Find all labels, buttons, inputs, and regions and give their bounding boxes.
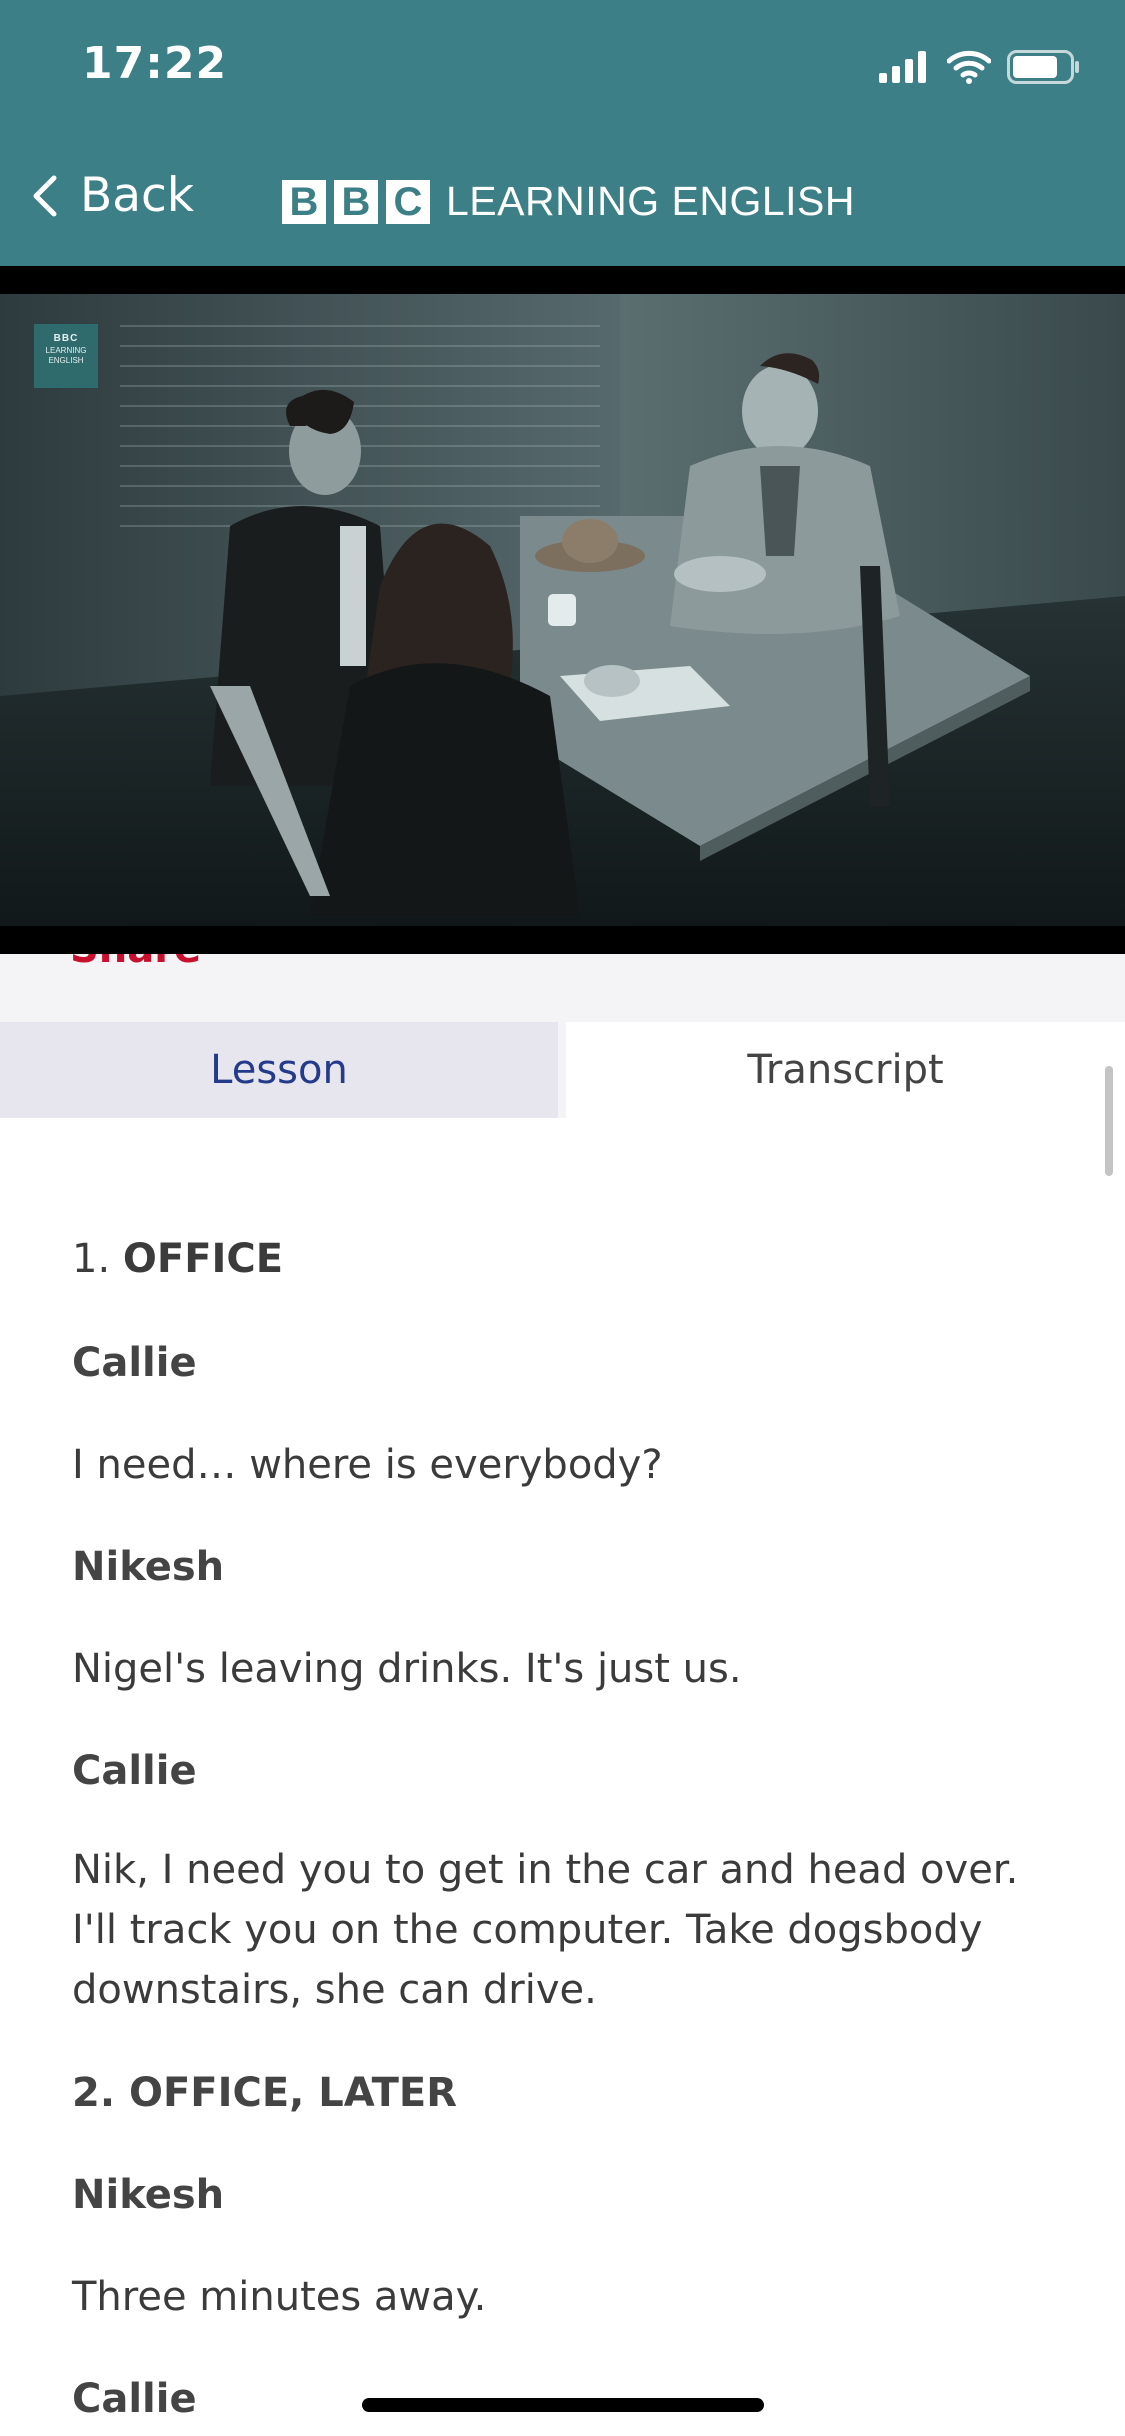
wifi-icon: [947, 50, 991, 84]
watermark-bbc: BBC: [53, 333, 79, 344]
scrollbar[interactable]: [1105, 1066, 1113, 1176]
dialogue-line: I need… where is everybody?: [72, 1442, 663, 1488]
brand-name: LEARNING ENGLISH: [446, 178, 855, 224]
back-label: Back: [80, 168, 195, 223]
bbc-letter-c: C: [386, 179, 430, 224]
speaker-name: Callie: [72, 1748, 197, 1794]
dialogue-line: Three minutes away.: [72, 2274, 487, 2320]
tab-lesson[interactable]: Lesson: [0, 1022, 558, 1118]
video-frame: [0, 266, 1125, 954]
brand-logo: B B C LEARNING ENGLISH: [282, 178, 855, 225]
watermark-name: LEARNING ENGLISH: [45, 346, 87, 365]
speaker-name: Nikesh: [72, 1544, 225, 1590]
chevron-left-icon: [33, 175, 57, 216]
scene-1-title: OFFICE: [122, 1236, 284, 1282]
scene-heading-1: 1. OFFICE: [72, 1236, 1062, 1282]
share-link[interactable]: Share: [70, 954, 201, 972]
dialogue-line: Nigel's leaving drinks. It's just us.: [72, 1646, 742, 1692]
speaker-name: Nikesh: [72, 2172, 225, 2218]
video-watermark-logo: BBC LEARNING ENGLISH: [34, 324, 98, 388]
video-player[interactable]: BBC LEARNING ENGLISH: [0, 266, 1125, 954]
bbc-letter-b1: B: [282, 179, 326, 224]
signal-icon: [879, 51, 926, 83]
app-header: 17:22 Back B B C LEARNING ENGLISH: [0, 0, 1125, 266]
scene-heading-2: 2. OFFICE, LATER: [72, 2070, 458, 2116]
battery-icon: [1007, 50, 1079, 84]
status-icons: [879, 50, 1081, 84]
scene-1-number: 1.: [72, 1236, 111, 1282]
speaker-name: Callie: [72, 1340, 197, 1386]
home-indicator[interactable]: [362, 2398, 764, 2412]
tab-bar: Lesson Transcript: [0, 1022, 1125, 1118]
dialogue-line: Nik, I need you to get in the car and he…: [72, 1847, 1019, 2013]
tab-transcript[interactable]: Transcript: [566, 1022, 1125, 1118]
share-strip: Share: [0, 954, 1125, 1022]
back-button[interactable]: Back: [26, 168, 194, 223]
status-time: 17:22: [82, 38, 228, 89]
bbc-letter-b2: B: [334, 179, 378, 224]
